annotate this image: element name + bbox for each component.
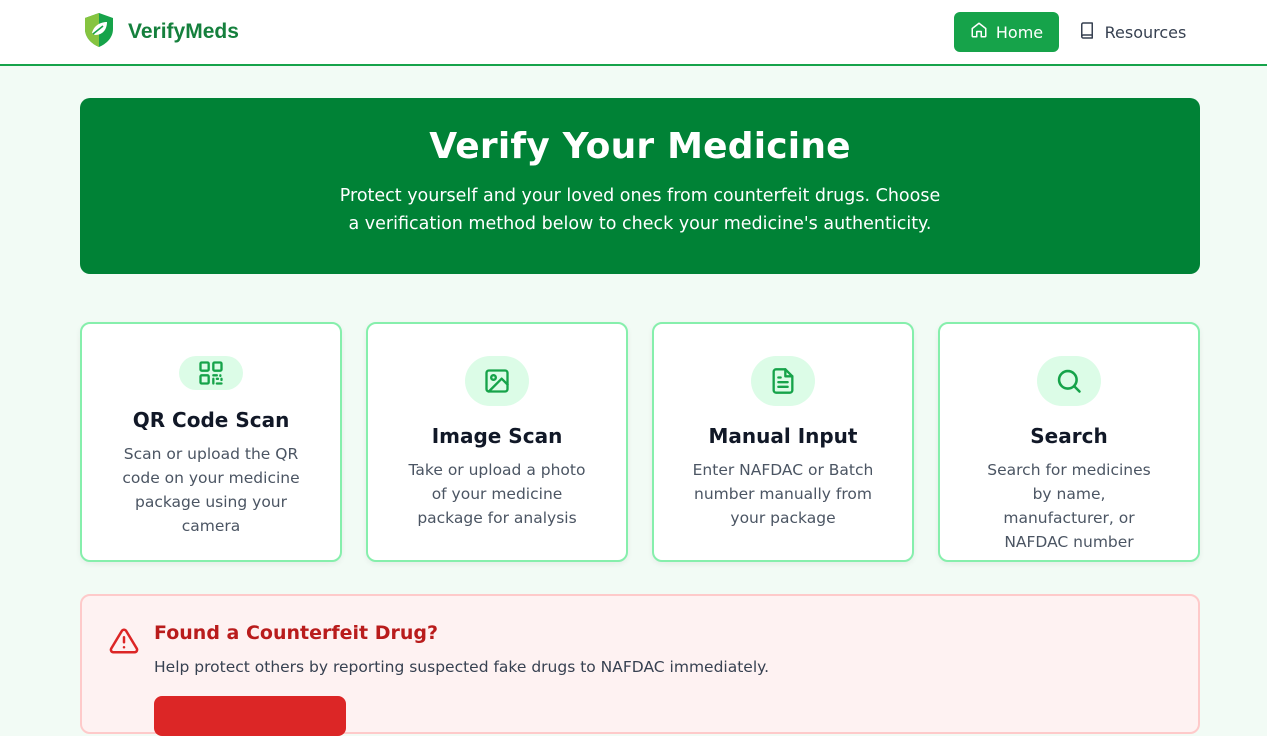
nav-home-button[interactable]: Home (954, 12, 1059, 52)
image-icon (465, 356, 529, 406)
method-card-title: Image Scan (431, 424, 563, 448)
hero-subtitle: Protect yourself and your loved ones fro… (339, 186, 941, 234)
qr-code-icon (179, 356, 243, 390)
method-card-search[interactable]: Search Search for medicines by name, man… (938, 322, 1200, 562)
method-card-qr-code-scan[interactable]: QR Code Scan Scan or upload the QR code … (80, 322, 342, 562)
alert-title: Found a Counterfeit Drug? (154, 622, 439, 644)
method-card-title: Search (1030, 424, 1108, 448)
counterfeit-alert: Found a Counterfeit Drug? Help protect o… (80, 594, 1200, 736)
method-card-image-scan[interactable]: Image Scan Take or upload a photo of you… (366, 322, 628, 562)
home-icon (970, 21, 988, 43)
brand-link[interactable]: VerifyMeds (82, 12, 239, 52)
report-button[interactable] (154, 696, 346, 736)
nav-resources-button[interactable]: Resources (1070, 12, 1194, 52)
nav-resources-label: Resources (1104, 22, 1187, 42)
method-card-title: QR Code Scan (132, 408, 290, 432)
warning-triangle-icon (108, 626, 140, 660)
search-icon (1037, 356, 1101, 406)
method-card-description: Enter NAFDAC or Batch number manually fr… (692, 461, 874, 527)
method-card-title: Manual Input (708, 424, 858, 448)
navbar: VerifyMeds Home Resources (0, 0, 1267, 66)
document-icon (751, 356, 815, 406)
book-icon (1078, 21, 1096, 44)
method-card-description: Take or upload a photo of your medicine … (408, 461, 586, 527)
hero-banner: Verify Your Medicine Protect yourself an… (80, 98, 1200, 274)
method-card-manual-input[interactable]: Manual Input Enter NAFDAC or Batch numbe… (652, 322, 914, 562)
method-card-description: Scan or upload the QR code on your medic… (122, 445, 300, 535)
shield-leaf-icon (82, 12, 116, 52)
method-card-description: Search for medicines by name, manufactur… (987, 461, 1151, 551)
brand-name: VerifyMeds (128, 20, 239, 43)
nav-home-label: Home (995, 22, 1044, 42)
alert-text: Help protect others by reporting suspect… (154, 658, 770, 676)
hero-title: Verify Your Medicine (429, 126, 851, 167)
